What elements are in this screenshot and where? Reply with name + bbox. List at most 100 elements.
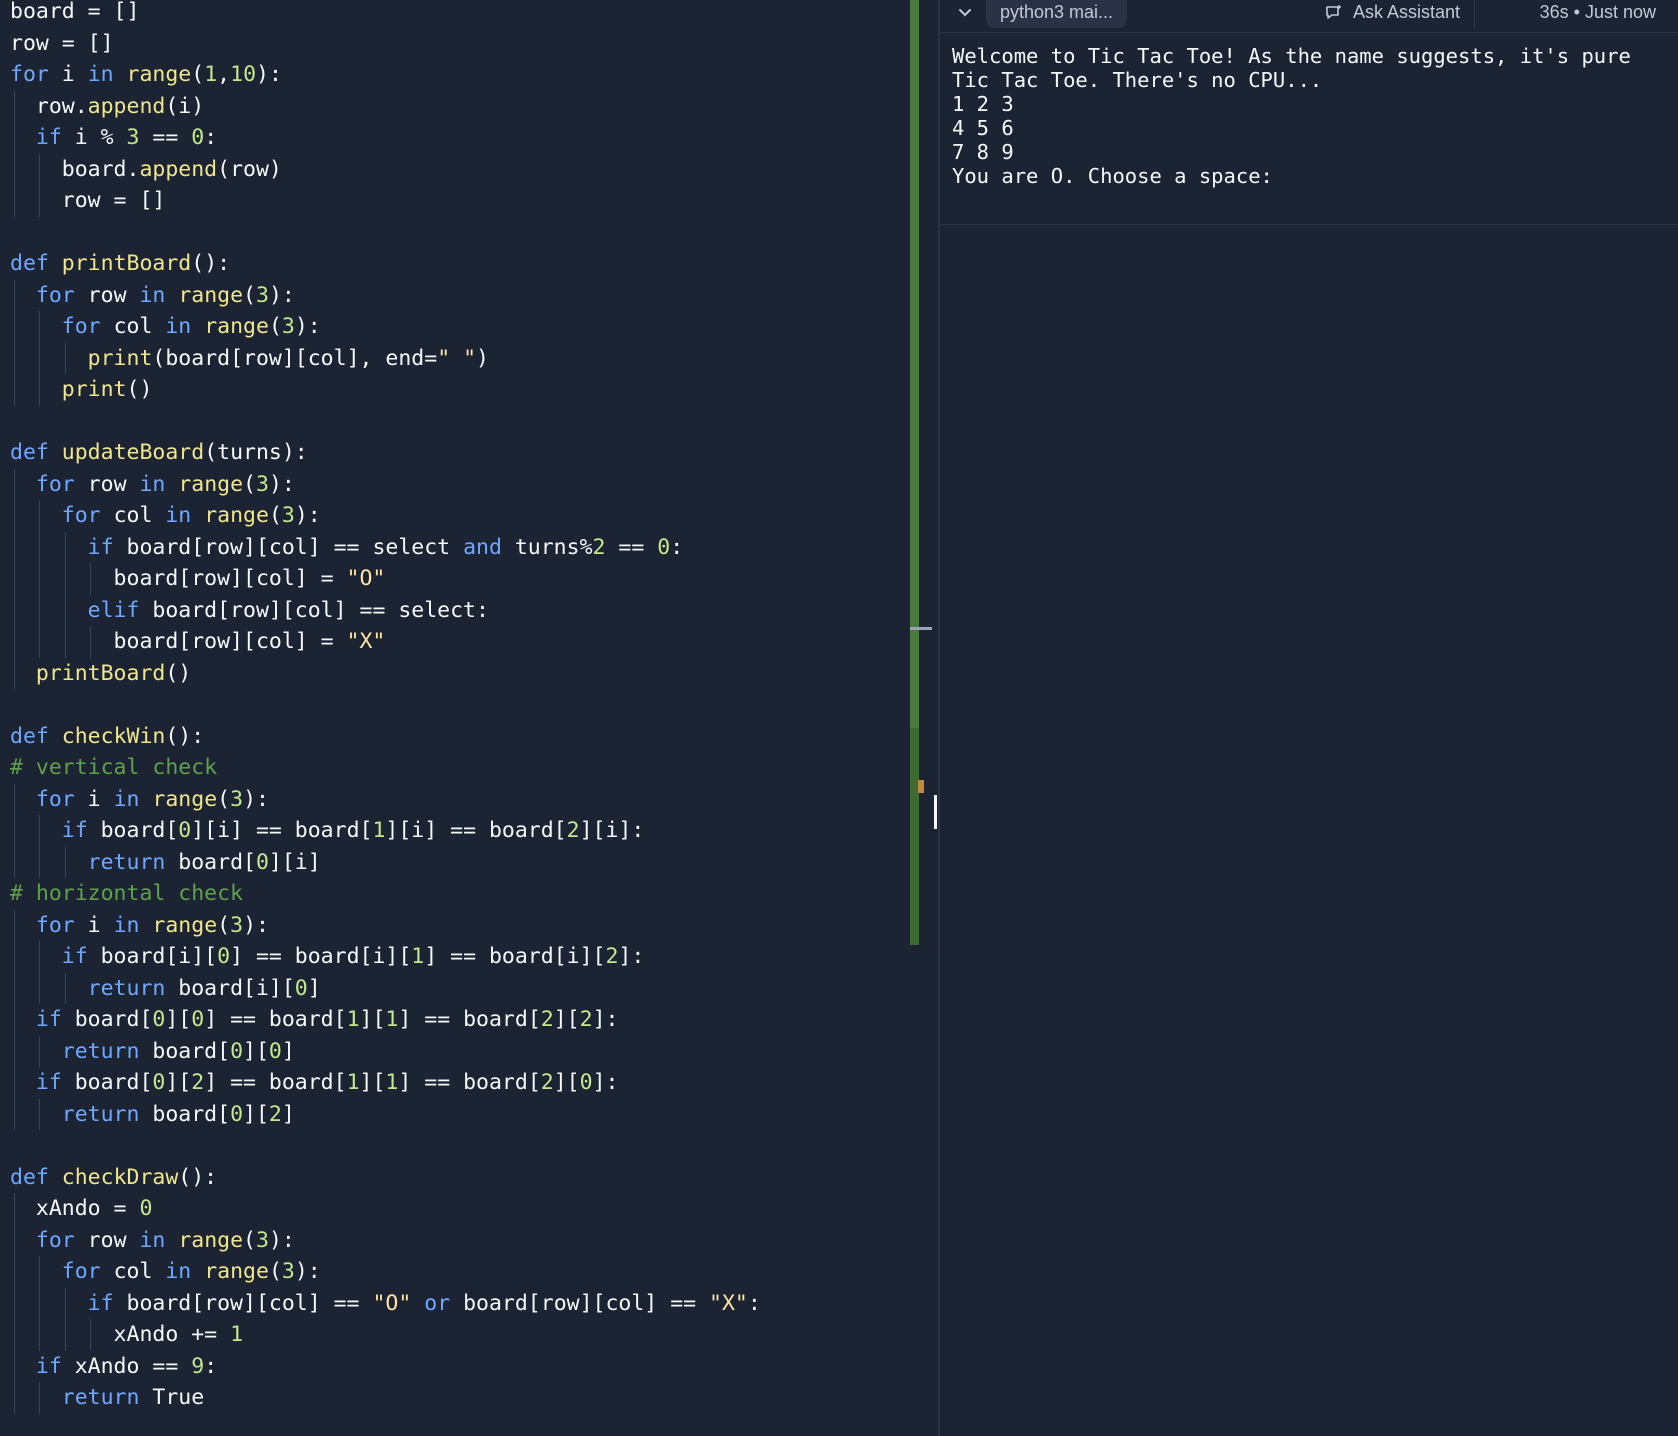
- code-token: (: [243, 1227, 256, 1253]
- indent-guide: [39, 374, 41, 406]
- code-token: (: [191, 62, 205, 87]
- code-line[interactable]: for row in range(3):: [10, 469, 295, 501]
- code-line[interactable]: for col in range(3):: [10, 500, 321, 532]
- code-token: range: [178, 1227, 244, 1253]
- code-token: in: [113, 912, 140, 938]
- indent-guide: [14, 1098, 15, 1130]
- code-line[interactable]: def checkWin():: [10, 721, 204, 753]
- code-line[interactable]: if board[0][2] == board[1][1] == board[2…: [10, 1067, 619, 1099]
- indent-guide: [39, 500, 41, 532]
- indent-guide: [64, 563, 66, 595]
- indent-guide: [14, 1350, 15, 1382]
- code-line[interactable]: print(): [10, 374, 153, 406]
- code-editor[interactable]: board = [] row = [] for i in range(1,10): …: [0, 0, 910, 1436]
- code-line[interactable]: for i in range(3):: [10, 910, 269, 942]
- code-token: board[: [139, 1038, 231, 1064]
- code-line[interactable]: print(board[row][col], end=" "): [10, 343, 489, 375]
- code-token: ] == board[: [398, 1007, 541, 1032]
- indent-guide: [14, 1067, 15, 1099]
- code-token: 3: [256, 282, 269, 308]
- code-token: range: [126, 62, 192, 87]
- code-line[interactable]: if i % 3 == 0:: [10, 122, 217, 154]
- indent-guide: [39, 846, 41, 878]
- code-token: ): [476, 345, 489, 371]
- code-token: 1: [385, 1070, 399, 1095]
- code-line[interactable]: xAndo += 1: [10, 1319, 243, 1351]
- code-line[interactable]: for col in range(3):: [10, 311, 321, 343]
- code-line[interactable]: # horizontal check: [10, 878, 243, 910]
- code-token: in: [165, 503, 192, 528]
- console-tab[interactable]: python3 mai...: [986, 0, 1128, 28]
- code-line[interactable]: for i in range(3):: [10, 784, 269, 816]
- code-token: i: [48, 62, 88, 87]
- code-line[interactable]: # vertical check: [10, 752, 217, 784]
- code-line[interactable]: for i in range(1,10):: [10, 59, 282, 91]
- code-line[interactable]: row = []: [10, 28, 114, 60]
- indent-guide: [14, 122, 15, 154]
- code-line[interactable]: if board[row][col] == select and turns%2…: [10, 532, 683, 564]
- code-line[interactable]: row = []: [10, 185, 166, 217]
- code-line[interactable]: for col in range(3):: [10, 1256, 321, 1288]
- indent-guide: [39, 594, 41, 626]
- indent-guide: [14, 500, 15, 532]
- scrollbar-thumb[interactable]: [910, 728, 919, 945]
- code-line[interactable]: return board[0][2]: [10, 1099, 295, 1131]
- code-token: 3: [281, 314, 295, 339]
- code-line[interactable]: if board[i][0] == board[i][1] == board[i…: [10, 941, 645, 973]
- code-line[interactable]: xAndo = 0: [10, 1193, 153, 1225]
- ask-assistant-label: Ask Assistant: [1353, 2, 1461, 22]
- code-token: 0: [268, 1038, 282, 1064]
- code-line[interactable]: if xAndo == 9:: [10, 1351, 217, 1383]
- code-token: board[i][: [87, 944, 218, 969]
- code-token: ][: [553, 1007, 580, 1032]
- code-line[interactable]: board[row][col] = "X": [10, 626, 386, 658]
- code-token: range: [152, 912, 218, 938]
- code-token: ):: [294, 503, 321, 528]
- code-line[interactable]: def checkDraw():: [10, 1162, 217, 1194]
- indent-guide: [39, 1035, 41, 1067]
- code-token: board[row][col] == select:: [139, 597, 489, 623]
- code-token: (): [165, 660, 192, 686]
- code-line[interactable]: def printBoard():: [10, 248, 230, 280]
- code-token: row = []: [10, 188, 166, 213]
- code-line[interactable]: if board[0][i] == board[1][i] == board[2…: [10, 815, 645, 847]
- code-line[interactable]: for row in range(3):: [10, 280, 295, 312]
- code-line[interactable]: for row in range(3):: [10, 1225, 295, 1257]
- code-line[interactable]: elif board[row][col] == select:: [10, 595, 489, 627]
- code-line[interactable]: return board[i][0]: [10, 973, 321, 1005]
- code-token: for: [61, 314, 101, 339]
- code-line[interactable]: if board[row][col] == "O" or board[row][…: [10, 1288, 761, 1320]
- code-line[interactable]: return board[0][0]: [10, 1036, 295, 1068]
- code-line[interactable]: printBoard(): [10, 658, 191, 690]
- code-token: (: [217, 786, 231, 812]
- code-line[interactable]: board = []: [10, 0, 139, 28]
- console-divider: [940, 224, 1678, 225]
- code-token: 3: [230, 912, 244, 938]
- console-output[interactable]: Welcome to Tic Tac Toe! As the name sugg…: [952, 44, 1672, 188]
- indent-guide: [14, 1004, 15, 1036]
- indent-guide: [90, 626, 92, 658]
- code-line[interactable]: row.append(i): [10, 91, 204, 123]
- code-line[interactable]: board[row][col] = "O": [10, 563, 386, 595]
- code-token: ):: [256, 62, 282, 87]
- code-token: range: [178, 282, 244, 308]
- code-token: ][: [359, 1007, 386, 1032]
- code-token: if: [87, 1290, 114, 1316]
- code-token: "X": [346, 629, 386, 654]
- code-line[interactable]: return board[0][i]: [10, 847, 321, 879]
- code-token: 2: [540, 1007, 554, 1032]
- code-line[interactable]: if board[0][0] == board[1][1] == board[2…: [10, 1004, 619, 1036]
- code-line[interactable]: def updateBoard(turns):: [10, 437, 308, 469]
- code-token: range: [204, 503, 269, 528]
- code-line[interactable]: board.append(row): [10, 154, 282, 186]
- chevron-down-icon[interactable]: [954, 2, 976, 24]
